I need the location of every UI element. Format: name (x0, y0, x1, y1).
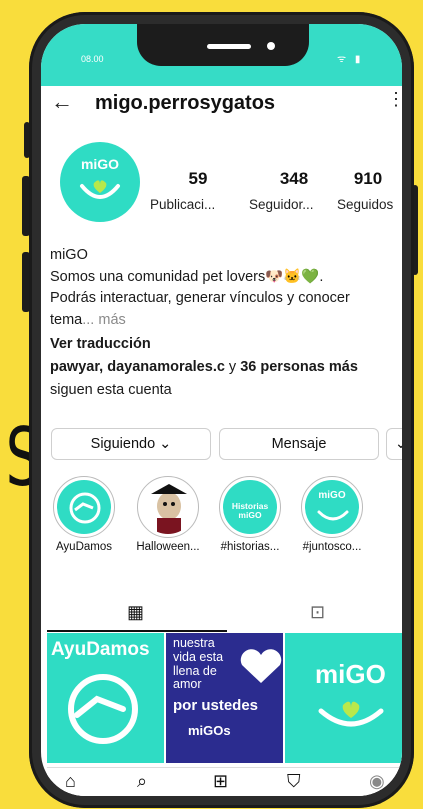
heart-icon (240, 649, 282, 683)
post-line: nuestra (173, 636, 215, 650)
bio-line-3: tema... más (50, 312, 126, 328)
camera-icon (267, 42, 275, 50)
search-icon[interactable]: ⌕ (137, 772, 147, 790)
phone-screen: 08.00 ᯤ ▮ ← migo.perrosygatos ⋮ miGO 59 … (41, 24, 402, 796)
followed-by[interactable]: pawyar, dayanamorales.c y 36 personas má… (50, 359, 358, 375)
post-migo[interactable]: miGO (285, 633, 402, 763)
highlight-ayudamos[interactable]: AyuDamos (51, 476, 117, 553)
phone-notch (137, 24, 309, 66)
highlight-ring: miGO (301, 476, 363, 538)
followed-by-end: siguen esta cuenta (50, 382, 172, 398)
profile-avatar-icon[interactable]: ◉ (369, 772, 385, 790)
more-options-icon[interactable]: ⋮ (387, 89, 402, 110)
followed-by-names: pawyar, dayanamorales.c (50, 359, 225, 375)
bio-line-2: Podrás interactuar, generar vínculos y c… (50, 290, 350, 306)
highlight-cover (57, 480, 111, 534)
post-ayudamos[interactable]: AyuDamos (47, 633, 164, 763)
post-line: vida esta (173, 649, 224, 664)
home-icon[interactable]: ⌂ (65, 772, 76, 790)
posts-label[interactable]: Publicaci... (150, 197, 215, 212)
suggested-button[interactable]: ⌄ (386, 428, 402, 460)
highlight-label: Halloween... (136, 541, 200, 553)
highlight-ring (137, 476, 199, 538)
post-bold-text: por ustedes (173, 697, 259, 714)
highlight-label: #historias... (220, 541, 280, 553)
followed-by-count: 36 personas más (240, 359, 358, 375)
bio-line-3-text: tema (50, 312, 83, 328)
grid-tab-icon[interactable]: ▦ (127, 602, 144, 623)
speaker-icon (207, 44, 251, 49)
highlight-label: #juntosco... (302, 541, 362, 553)
phone-frame: 08.00 ᯤ ▮ ← migo.perrosygatos ⋮ miGO 59 … (29, 12, 414, 808)
followed-by-and: y (224, 359, 241, 375)
profile-username: migo.perrosygatos (95, 92, 276, 114)
posts-count[interactable]: 59 (183, 169, 213, 189)
highlight-ring (53, 476, 115, 538)
smile-heart-icon (318, 701, 384, 727)
followers-label[interactable]: Seguidor... (249, 197, 314, 212)
active-tab-indicator (47, 630, 227, 632)
bio-more-link[interactable]: ... más (82, 312, 126, 328)
avatar[interactable]: miGO (60, 142, 140, 222)
highlight-halloween[interactable]: Halloween... (135, 476, 201, 553)
hands-icon (68, 674, 138, 744)
post-line: amor (173, 677, 202, 692)
followers-count[interactable]: 348 (274, 169, 314, 189)
bio-line-1: Somos una comunidad pet lovers🐶🐱💚. (50, 269, 324, 285)
hands-icon (69, 492, 101, 524)
status-icons: ᯤ ▮ (337, 54, 364, 65)
profile-content: ← migo.perrosygatos ⋮ miGO 59 Publicaci.… (47, 87, 402, 796)
highlight-historias[interactable]: Historias miGO #historias... (217, 476, 283, 553)
dog-costume-icon (151, 484, 187, 534)
following-button[interactable]: Siguiendo ⌄ (51, 428, 211, 460)
highlight-cover: Historias miGO (223, 480, 277, 534)
post-tag: miGOs (188, 723, 231, 738)
highlight-ring: Historias miGO (219, 476, 281, 538)
following-count[interactable]: 910 (348, 169, 388, 189)
profile-tabs: ▦ ⊡ (47, 596, 402, 632)
highlight-label: AyuDamos (55, 541, 113, 553)
shop-icon[interactable]: ⛉ (287, 772, 301, 790)
status-time: 08.00 (81, 54, 104, 64)
following-label[interactable]: Seguidos (337, 197, 393, 212)
message-button[interactable]: Mensaje (219, 428, 379, 460)
post-line: llena de (173, 663, 217, 678)
highlight-cover (141, 480, 195, 534)
tagged-tab-icon[interactable]: ⊡ (310, 602, 325, 623)
smile-icon (317, 510, 349, 521)
post-por-ustedes[interactable]: nuestra vida esta llena de amor por uste… (166, 633, 283, 763)
add-post-icon[interactable]: ⊞ (213, 772, 228, 790)
highlight-cover-text: Historias miGO (231, 501, 269, 521)
profile-name: miGO (50, 247, 88, 263)
post-text-lines: nuestra vida esta llena de amor (173, 636, 224, 692)
highlight-cover: miGO (305, 480, 359, 534)
back-arrow-icon[interactable]: ← (51, 91, 73, 113)
smile-heart-icon (80, 180, 120, 199)
posts-grid: AyuDamos nuestra vida esta llena de amor (47, 633, 402, 763)
translate-link[interactable]: Ver traducción (50, 336, 151, 352)
highlight-juntos[interactable]: miGO #juntosco... (299, 476, 365, 553)
bottom-navigation: ⌂ ⌕ ⊞ ⛉ ◉ (47, 767, 402, 796)
